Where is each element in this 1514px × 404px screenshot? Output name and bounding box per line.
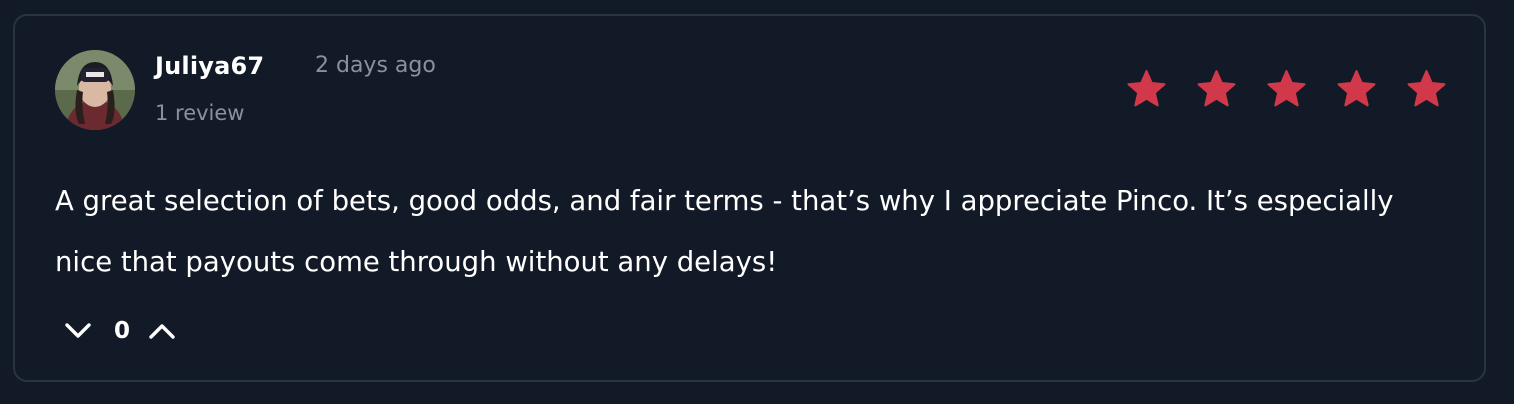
author-name[interactable]: Juliya67 xyxy=(155,52,264,80)
avatar[interactable] xyxy=(55,50,135,130)
star-rating xyxy=(1125,68,1448,111)
star-icon xyxy=(1267,70,1306,107)
review-timestamp: 2 days ago xyxy=(315,53,436,78)
star-icon xyxy=(1407,70,1446,107)
upvote-button[interactable] xyxy=(146,318,178,344)
chevron-down-icon xyxy=(65,323,91,338)
star-icon xyxy=(1197,70,1236,107)
vote-controls: 0 xyxy=(62,318,178,344)
star-icon xyxy=(1127,70,1166,107)
downvote-button[interactable] xyxy=(62,318,94,344)
review-text: A great selection of bets, good odds, an… xyxy=(55,185,1394,278)
vote-count: 0 xyxy=(114,318,131,344)
star-icon xyxy=(1337,70,1376,107)
author-review-count: 1 review xyxy=(155,101,245,125)
review-card: Juliya67 2 days ago 1 review A great sel… xyxy=(13,14,1486,382)
chevron-up-icon xyxy=(149,324,175,339)
avatar-image xyxy=(55,50,135,130)
